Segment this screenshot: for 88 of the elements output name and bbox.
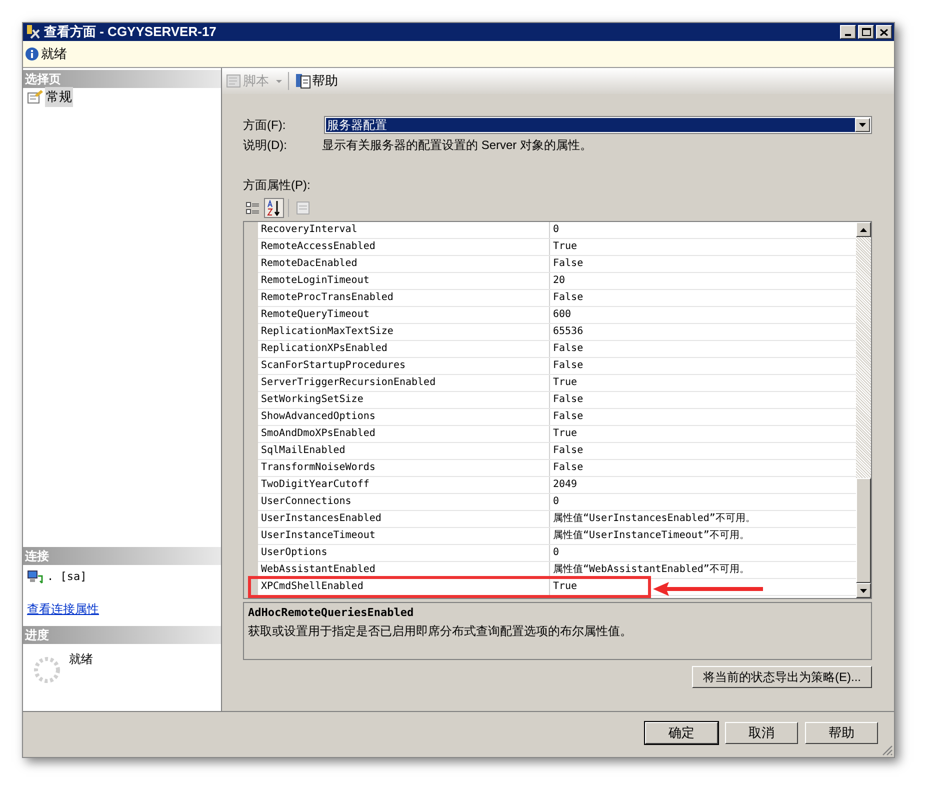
property-name: ReplicationMaxTextSize bbox=[258, 324, 550, 340]
property-value[interactable]: True bbox=[553, 375, 578, 391]
dialog-button[interactable]: 确定 bbox=[645, 722, 718, 744]
scroll-down-icon bbox=[860, 588, 867, 592]
property-name: UserInstancesEnabled bbox=[258, 511, 550, 527]
dialog-button[interactable]: 帮助 bbox=[805, 722, 878, 744]
property-name: RemoteAccessEnabled bbox=[258, 239, 550, 255]
scroll-up-icon bbox=[860, 228, 867, 232]
property-name: XPCmdShellEnabled bbox=[258, 579, 550, 595]
property-name: ShowAdvancedOptions bbox=[258, 409, 550, 425]
property-name: RemoteQueryTimeout bbox=[258, 307, 550, 323]
categorized-icon bbox=[246, 201, 260, 215]
property-value[interactable]: 0 bbox=[553, 545, 560, 561]
property-value[interactable]: 属性值“UserInstanceTimeout”不可用。 bbox=[553, 528, 750, 544]
property-name: ReplicationXPsEnabled bbox=[258, 341, 550, 357]
property-pages-icon bbox=[296, 201, 310, 215]
scroll-thumb[interactable] bbox=[856, 478, 871, 583]
help-title: AdHocRemoteQueriesEnabled bbox=[248, 605, 414, 621]
property-name: SqlMailEnabled bbox=[258, 443, 550, 459]
maximize-icon bbox=[862, 28, 870, 36]
caret-icon bbox=[859, 123, 866, 127]
property-name: UserConnections bbox=[258, 494, 550, 510]
sort-az-icon bbox=[267, 200, 281, 216]
property-value[interactable]: 0 bbox=[553, 222, 560, 238]
sort-button[interactable] bbox=[264, 198, 284, 218]
property-name: TwoDigitYearCutoff bbox=[258, 477, 550, 493]
property-name: ServerTriggerRecursionEnabled bbox=[258, 375, 550, 391]
info-icon bbox=[25, 47, 39, 61]
close-icon bbox=[880, 28, 888, 36]
connection-text: . [sa] bbox=[47, 569, 87, 585]
property-value[interactable]: True bbox=[553, 426, 578, 442]
property-name: ScanForStartupProcedures bbox=[258, 358, 550, 374]
property-name: RecoveryInterval bbox=[258, 222, 550, 238]
property-name: UserOptions bbox=[258, 545, 550, 561]
property-value[interactable]: False bbox=[553, 256, 584, 272]
help-icon bbox=[295, 73, 311, 89]
property-value[interactable]: False bbox=[553, 341, 584, 357]
section-label: 方面属性(P): bbox=[243, 177, 310, 194]
export-policy-button[interactable]: 将当前的状态导出为策略(E)... bbox=[692, 666, 872, 688]
script-icon bbox=[226, 73, 242, 89]
property-name: RemoteLoginTimeout bbox=[258, 273, 550, 289]
property-value[interactable]: False bbox=[553, 443, 584, 459]
property-value[interactable]: False bbox=[553, 290, 584, 306]
facet-dropdown[interactable]: 服务器配置 bbox=[324, 116, 872, 134]
caret-icon bbox=[276, 80, 282, 82]
property-name: UserInstanceTimeout bbox=[258, 528, 550, 544]
help-text: 获取或设置用于指定是否已启用即席分布式查询配置选项的布尔属性值。 bbox=[248, 622, 632, 640]
section-header: 进度 bbox=[23, 626, 221, 644]
property-name: WebAssistantEnabled bbox=[258, 562, 550, 578]
property-name: SetWorkingSetSize bbox=[258, 392, 550, 408]
spinner-icon bbox=[33, 656, 61, 684]
connection-properties-link[interactable]: 查看连接属性 bbox=[27, 600, 99, 618]
property-value[interactable]: True bbox=[553, 579, 578, 595]
page-icon bbox=[27, 90, 43, 104]
property-value[interactable]: False bbox=[553, 358, 584, 374]
app-icon bbox=[25, 24, 41, 40]
close-button[interactable] bbox=[876, 25, 892, 39]
property-value[interactable]: 600 bbox=[553, 307, 572, 323]
maximize-button[interactable] bbox=[858, 25, 874, 39]
scrollbar[interactable] bbox=[856, 222, 871, 598]
minimize-button[interactable] bbox=[840, 25, 856, 39]
field-label: 说明(D): bbox=[243, 137, 288, 154]
section-header: 选择页 bbox=[23, 70, 221, 88]
property-value[interactable]: True bbox=[553, 239, 578, 255]
property-name: SmoAndDmoXPsEnabled bbox=[258, 426, 550, 442]
status-text: 就绪 bbox=[41, 45, 67, 64]
section-header: 连接 bbox=[23, 547, 221, 565]
property-name: RemoteDacEnabled bbox=[258, 256, 550, 272]
property-value[interactable]: 2049 bbox=[553, 477, 578, 493]
field-label: 方面(F): bbox=[243, 117, 287, 134]
server-icon bbox=[27, 570, 43, 584]
property-value[interactable]: 0 bbox=[553, 494, 560, 510]
window-title: 查看方面 - CGYYSERVER-17 bbox=[44, 23, 216, 42]
minimize-icon bbox=[845, 34, 851, 36]
property-value[interactable]: 属性值“UserInstancesEnabled”不可用。 bbox=[553, 511, 756, 527]
progress-text: 就绪 bbox=[69, 651, 93, 668]
property-value[interactable]: False bbox=[553, 392, 584, 408]
property-value[interactable]: 20 bbox=[553, 273, 566, 289]
property-name: TransformNoiseWords bbox=[258, 460, 550, 476]
property-value[interactable]: 属性值“WebAssistantEnabled”不可用。 bbox=[553, 562, 750, 578]
help-button[interactable]: 帮助 bbox=[295, 71, 338, 91]
description-text: 显示有关服务器的配置设置的 Server 对象的属性。 bbox=[322, 137, 592, 154]
property-name: RemoteProcTransEnabled bbox=[258, 290, 550, 306]
page-item[interactable]: 常规 bbox=[45, 87, 73, 107]
property-value[interactable]: False bbox=[553, 460, 584, 476]
dialog-button[interactable]: 取消 bbox=[725, 722, 798, 744]
property-value[interactable]: False bbox=[553, 409, 584, 425]
property-value[interactable]: 65536 bbox=[553, 324, 584, 340]
